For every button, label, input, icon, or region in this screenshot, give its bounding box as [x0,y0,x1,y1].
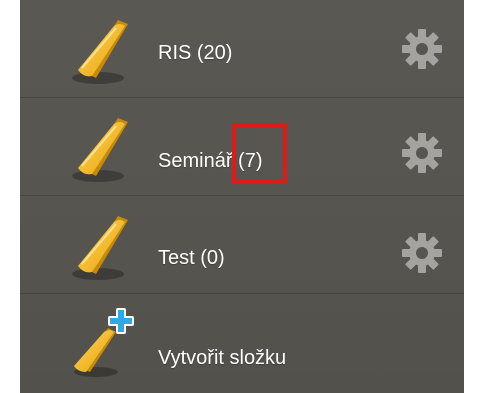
gear-icon[interactable] [400,27,444,71]
folder-row-seminar[interactable]: Seminář (7) [20,98,464,196]
folder-icon[interactable] [70,110,140,185]
folder-row-ris[interactable]: RIS (20) [20,0,464,98]
folder-label[interactable]: RIS (20) [158,42,232,65]
create-folder-row[interactable]: Vytvořit složku [20,294,464,393]
folder-icon[interactable] [70,208,140,283]
folder-label[interactable]: Test (0) [158,247,225,270]
folder-icon[interactable] [70,12,140,87]
create-folder-label[interactable]: Vytvořit složku [158,347,286,370]
folder-label[interactable]: Seminář (7) [158,150,262,173]
add-folder-icon[interactable] [70,306,140,381]
folder-row-test[interactable]: Test (0) [20,196,464,294]
folder-list-panel: RIS (20) Seminář (7) Test (0) Vytvořit s… [20,0,464,393]
gear-icon[interactable] [400,131,444,175]
gear-icon[interactable] [400,231,444,275]
